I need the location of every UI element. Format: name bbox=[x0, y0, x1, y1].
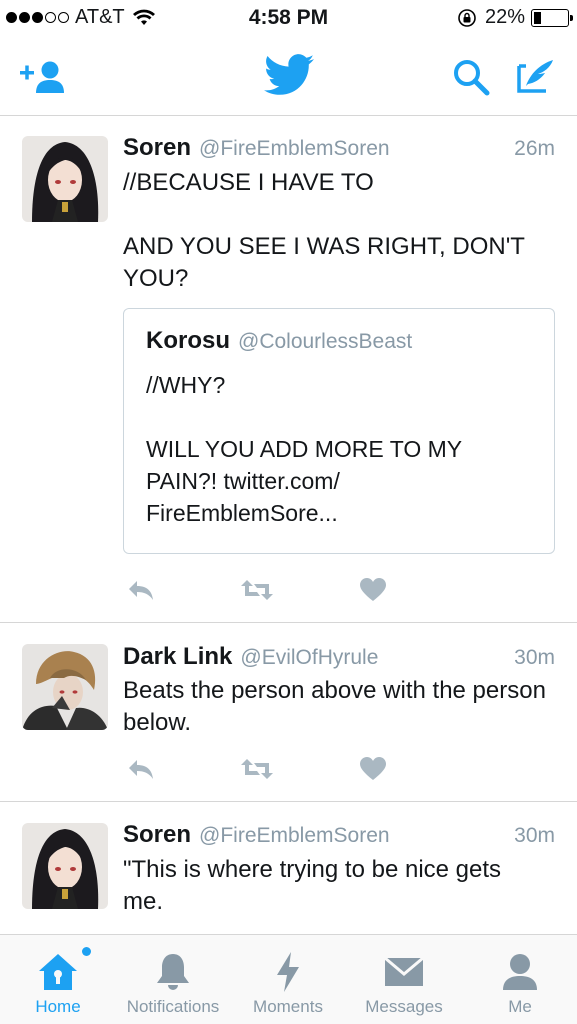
battery-percent: 22% bbox=[484, 6, 525, 28]
avatar[interactable] bbox=[22, 136, 108, 222]
reply-icon bbox=[129, 581, 153, 600]
tweet-actions bbox=[123, 754, 471, 784]
search-icon[interactable] bbox=[452, 58, 490, 96]
quoted-tweet-text: //WHY? WILL YOU ADD MORE TO MY PAIN?! tw… bbox=[146, 372, 462, 526]
tab-home[interactable]: Home bbox=[18, 935, 98, 1024]
tweet-text: Beats the person above with the person b… bbox=[123, 677, 546, 736]
tab-me[interactable]: Me bbox=[490, 935, 550, 1024]
top-nav-bar bbox=[0, 38, 577, 116]
tweet-text: "This is where trying to be nice gets me… bbox=[123, 856, 502, 915]
heart-icon bbox=[360, 578, 386, 601]
tab-label: Me bbox=[508, 997, 532, 1016]
home-icon bbox=[39, 954, 77, 990]
twitter-bird-icon[interactable] bbox=[264, 54, 314, 96]
rotation-lock-icon bbox=[458, 8, 476, 27]
tweet-actions bbox=[123, 575, 471, 605]
lightning-icon bbox=[277, 952, 299, 992]
tweet-time: 26m bbox=[514, 137, 555, 160]
retweet-button[interactable] bbox=[239, 754, 275, 784]
author-handle[interactable]: @FireEmblemSoren bbox=[199, 824, 390, 848]
retweet-icon bbox=[241, 759, 273, 779]
retweet-icon bbox=[241, 580, 273, 600]
tweet-text: //BECAUSE I HAVE TO AND YOU SEE I WAS RI… bbox=[123, 169, 525, 292]
quoted-tweet[interactable]: Korosu @ColourlessBeast //WHY? WILL YOU … bbox=[123, 308, 555, 554]
tweet-item[interactable]: Soren @FireEmblemSoren 26m //BECAUSE I H… bbox=[0, 117, 577, 623]
envelope-icon bbox=[384, 956, 424, 986]
tweet-time: 30m bbox=[514, 824, 555, 847]
avatar[interactable] bbox=[22, 823, 108, 909]
new-content-badge bbox=[82, 947, 91, 956]
author-name[interactable]: Soren bbox=[123, 134, 191, 162]
tweet-item[interactable]: Dark Link @EvilOfHyrule 30m Beats the pe… bbox=[0, 624, 577, 802]
quoted-author-name: Korosu bbox=[146, 327, 230, 354]
quoted-author-handle: @ColourlessBeast bbox=[238, 330, 413, 353]
reply-button[interactable] bbox=[123, 575, 159, 605]
tab-label: Messages bbox=[365, 997, 443, 1016]
battery-icon bbox=[531, 8, 573, 27]
tab-label: Notifications bbox=[126, 997, 220, 1016]
tab-messages[interactable]: Messages bbox=[356, 935, 452, 1024]
like-button[interactable] bbox=[355, 754, 391, 784]
author-handle[interactable]: @EvilOfHyrule bbox=[240, 646, 378, 670]
tab-notifications[interactable]: Notifications bbox=[115, 935, 231, 1024]
tab-moments[interactable]: Moments bbox=[244, 935, 332, 1024]
avatar[interactable] bbox=[22, 644, 108, 730]
tab-label: Home bbox=[35, 997, 81, 1016]
reply-button[interactable] bbox=[123, 754, 159, 784]
like-button[interactable] bbox=[355, 575, 391, 605]
tab-label: Moments bbox=[253, 997, 323, 1016]
tweet-item[interactable]: Soren @FireEmblemSoren 30m "This is wher… bbox=[0, 803, 577, 934]
retweet-button[interactable] bbox=[239, 575, 275, 605]
bottom-tab-bar: Home Notifications Moments Messages Me bbox=[0, 934, 577, 1024]
add-user-icon[interactable] bbox=[20, 60, 68, 94]
heart-icon bbox=[360, 757, 386, 780]
status-bar: AT&T 4:58 PM 22% bbox=[0, 0, 577, 38]
author-name[interactable]: Dark Link bbox=[123, 643, 232, 671]
person-icon bbox=[503, 954, 537, 990]
bell-icon bbox=[157, 954, 189, 990]
compose-icon[interactable] bbox=[516, 58, 556, 94]
tweet-time: 30m bbox=[514, 646, 555, 669]
author-handle[interactable]: @FireEmblemSoren bbox=[199, 137, 390, 161]
author-name[interactable]: Soren bbox=[123, 821, 191, 849]
reply-icon bbox=[129, 760, 153, 779]
